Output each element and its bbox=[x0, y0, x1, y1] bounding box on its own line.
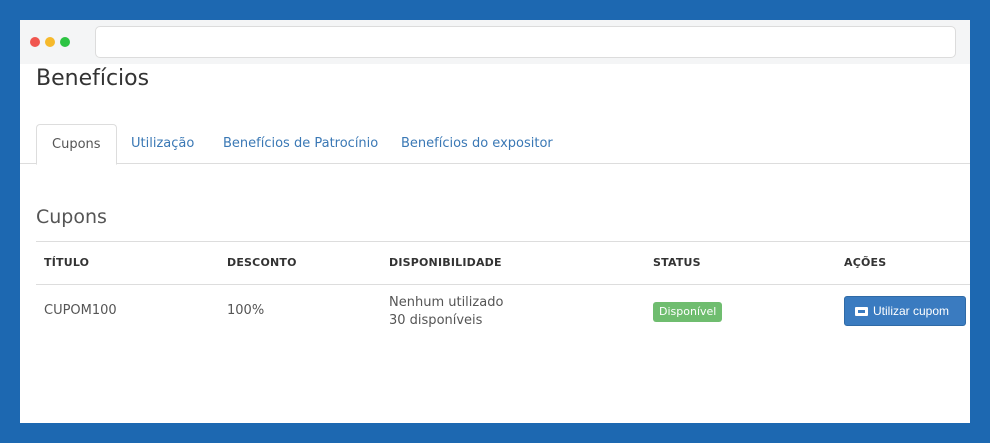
coupon-availability: Nenhum utilizado 30 disponíveis bbox=[389, 294, 503, 330]
header-titulo: TÍTULO bbox=[44, 256, 90, 269]
page-title: Benefícios bbox=[36, 66, 150, 91]
browser-titlebar bbox=[20, 20, 970, 64]
page-content: Benefícios Cupons Utilização Benefícios … bbox=[20, 64, 970, 423]
header-acoes: AÇÕES bbox=[844, 256, 887, 269]
tab-bar: Cupons Utilização Benefícios de Patrocín… bbox=[20, 124, 970, 165]
table-row: CUPOM100 100% Nenhum utilizado 30 dispon… bbox=[36, 285, 970, 337]
header-disponibilidade: DISPONIBILIDADE bbox=[389, 256, 502, 269]
status-badge: Disponível bbox=[653, 302, 723, 322]
ticket-icon bbox=[855, 307, 868, 316]
close-window-dot-icon[interactable] bbox=[30, 37, 40, 47]
tab-beneficios-patrocinio[interactable]: Benefícios de Patrocínio bbox=[208, 124, 393, 165]
coupon-discount: 100% bbox=[227, 303, 265, 318]
table-header: TÍTULO DESCONTO DISPONIBILIDADE STATUS A… bbox=[36, 241, 970, 285]
tab-cupons[interactable]: Cupons bbox=[36, 124, 117, 165]
tab-utilizacao[interactable]: Utilização bbox=[116, 124, 209, 165]
address-bar[interactable] bbox=[95, 26, 956, 58]
use-coupon-button[interactable]: Utilizar cupom bbox=[844, 296, 966, 326]
browser-window: Benefícios Cupons Utilização Benefícios … bbox=[20, 20, 970, 423]
availability-remaining: 30 disponíveis bbox=[389, 313, 483, 328]
tab-beneficios-expositor[interactable]: Benefícios do expositor bbox=[386, 124, 568, 165]
header-status: STATUS bbox=[653, 256, 701, 269]
use-coupon-label: Utilizar cupom bbox=[873, 304, 950, 318]
section-title: Cupons bbox=[36, 206, 107, 228]
minimize-window-dot-icon[interactable] bbox=[45, 37, 55, 47]
coupons-table: TÍTULO DESCONTO DISPONIBILIDADE STATUS A… bbox=[36, 241, 970, 337]
availability-used: Nenhum utilizado bbox=[389, 295, 504, 310]
coupon-title: CUPOM100 bbox=[44, 303, 117, 318]
header-desconto: DESCONTO bbox=[227, 256, 297, 269]
maximize-window-dot-icon[interactable] bbox=[60, 37, 70, 47]
